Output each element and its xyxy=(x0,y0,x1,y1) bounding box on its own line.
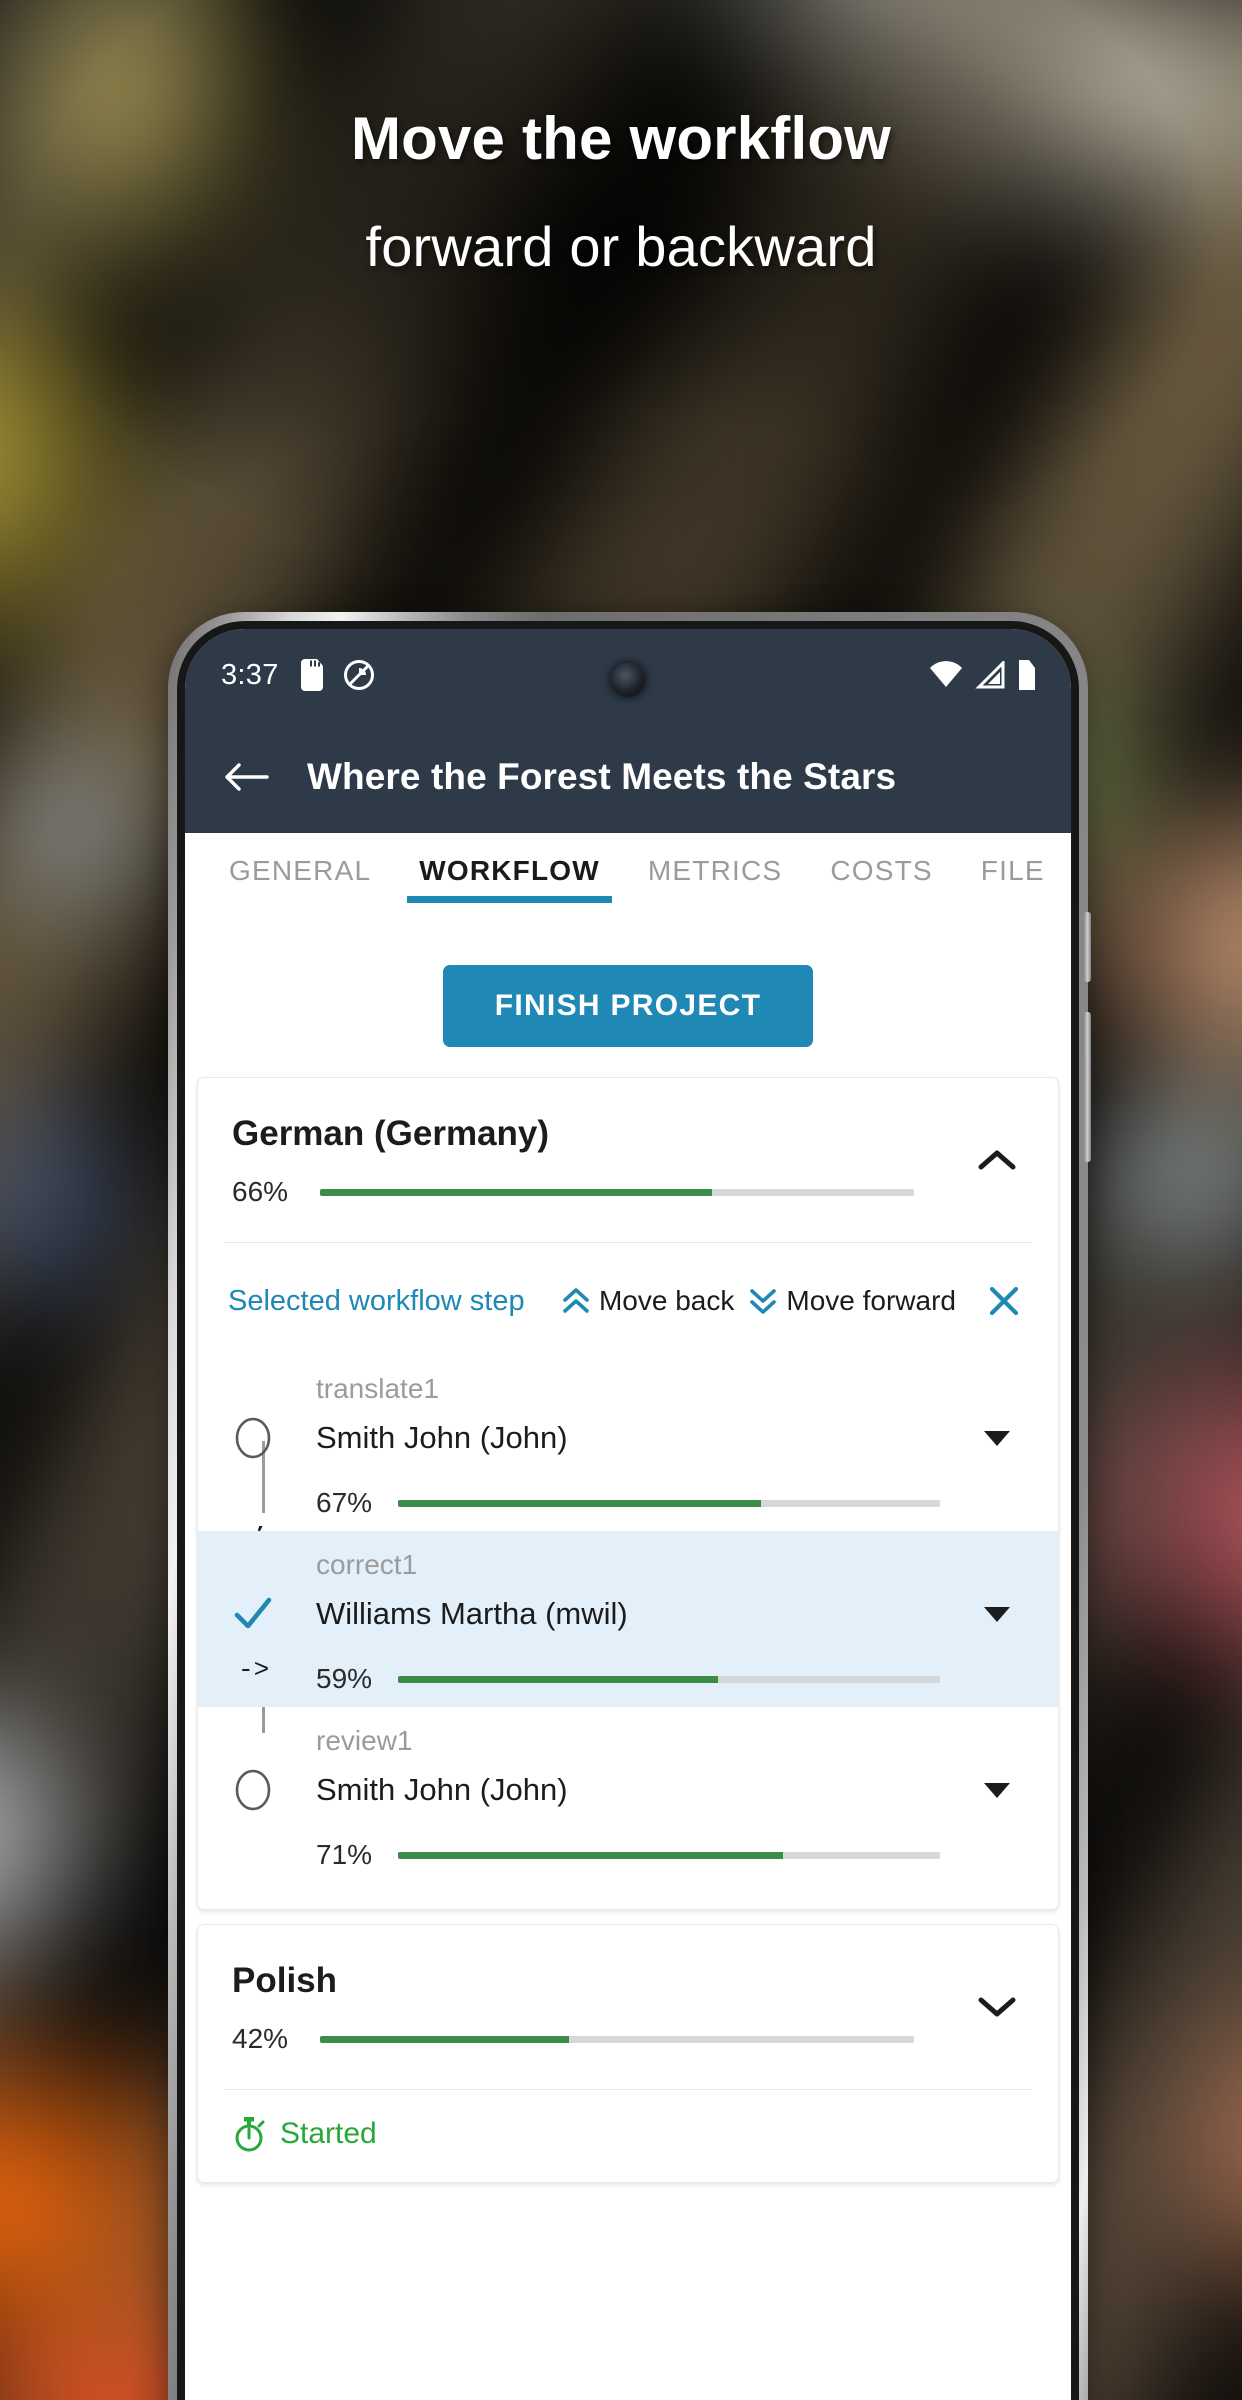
front-camera-punchhole xyxy=(611,663,645,697)
step-state xyxy=(232,1767,292,1813)
stopwatch-icon xyxy=(235,2117,265,2152)
step-assignee: Smith John (John) xyxy=(316,1772,568,1807)
circle-outline-icon xyxy=(235,1769,271,1811)
tab-workflow[interactable]: WORKFLOW xyxy=(395,833,624,903)
arrow-left-icon xyxy=(225,763,269,791)
step-percent-label: 67% xyxy=(316,1487,373,1518)
page-title: Where the Forest Meets the Stars xyxy=(307,756,897,797)
promo-screenshot: Move the workflow forward or backward 3:… xyxy=(0,0,1242,2400)
language-percent-label: 66% xyxy=(232,1176,289,1207)
workflow-step-selected[interactable]: correct1 Williams Martha (mwil) 59% -> xyxy=(198,1531,1058,1707)
promo-text-block: Move the workflow forward or backward xyxy=(0,106,1242,278)
language-name: German (Germany) xyxy=(232,1114,550,1153)
tab-general[interactable]: GENERAL xyxy=(205,833,395,887)
language-card-german: German (Germany) 66% Selected workflow s… xyxy=(197,1077,1059,1910)
step-dropdown-button[interactable] xyxy=(970,1587,1024,1641)
circle-outline-icon xyxy=(235,1417,271,1459)
promo-headline: Move the workflow xyxy=(350,105,892,172)
language-card-polish: Polish 42% Started xyxy=(197,1924,1059,2183)
selected-step-label: Selected workflow step xyxy=(228,1284,525,1317)
double-chevron-up-icon xyxy=(563,1288,589,1313)
step-assignee: Williams Martha (mwil) xyxy=(316,1596,628,1631)
language-header-polish[interactable]: Polish 42% xyxy=(198,1925,1058,2089)
step-dropdown-button[interactable] xyxy=(970,1411,1024,1465)
step-dropdown-button[interactable] xyxy=(970,1763,1024,1817)
workflow-step[interactable]: review1 Smith John (John) 71% xyxy=(198,1707,1058,1883)
finish-project-button[interactable]: FINISH PROJECT xyxy=(442,965,814,1047)
finish-project-row: FINISH PROJECT xyxy=(185,929,1071,1077)
selected-step-toolbar: Selected workflow step Move back Move fo… xyxy=(198,1243,1058,1355)
language-status-row: Started xyxy=(198,2090,1058,2182)
phone-screen: 3:37 Where the Forest Meets the Stars GE… xyxy=(185,629,1071,2400)
wifi-icon xyxy=(930,661,962,687)
step-percent-label: 59% xyxy=(316,1663,373,1694)
clear-selection-button[interactable] xyxy=(980,1277,1028,1325)
phone-mockup: 3:37 Where the Forest Meets the Stars GE… xyxy=(168,612,1091,2400)
step-state xyxy=(232,1415,292,1461)
caret-down-icon xyxy=(984,1431,1010,1446)
power-button[interactable] xyxy=(1084,912,1091,982)
status-bar-clock: 3:37 xyxy=(221,658,279,691)
step-percent-label: 71% xyxy=(316,1839,373,1870)
content-empty-space xyxy=(185,2197,1071,2400)
language-progress-row: 42% xyxy=(232,2023,1024,2055)
tab-files[interactable]: FILE xyxy=(957,833,1069,887)
workflow-panel: FINISH PROJECT German (Germany) 66% Sele… xyxy=(185,929,1071,2400)
app-bar: Where the Forest Meets the Stars xyxy=(185,721,1071,833)
volume-button[interactable] xyxy=(1084,1012,1091,1162)
language-header-german[interactable]: German (Germany) 66% xyxy=(198,1078,1058,1242)
language-progress-bar xyxy=(320,2035,914,2043)
move-forward-button[interactable]: Move forward xyxy=(748,1285,956,1317)
promo-subheadline: forward or backward xyxy=(365,215,877,278)
language-progress-row: 66% xyxy=(232,1176,1024,1208)
chevron-up-icon xyxy=(978,1150,1016,1170)
status-bar: 3:37 xyxy=(185,629,1071,721)
battery-icon xyxy=(1019,660,1035,690)
step-progress-bar xyxy=(398,1675,940,1683)
chevron-down-icon xyxy=(978,1997,1016,2017)
language-percent-label: 42% xyxy=(232,2023,289,2054)
step-progress-bar xyxy=(398,1499,940,1507)
double-chevron-down-icon xyxy=(750,1289,777,1314)
move-back-button[interactable]: Move back xyxy=(561,1285,734,1317)
move-back-label: Move back xyxy=(598,1285,735,1316)
workflow-step-list: ’ translate1 Smith John (John) xyxy=(198,1355,1058,1909)
language-progress-bar xyxy=(320,1188,914,1196)
back-button[interactable] xyxy=(215,746,277,808)
tab-costs[interactable]: COSTS xyxy=(806,833,956,887)
step-type-label: correct1 xyxy=(316,1549,418,1580)
step-type-label: translate1 xyxy=(316,1373,439,1404)
close-icon xyxy=(989,1286,1019,1316)
cellular-signal-icon xyxy=(975,661,1005,689)
language-status-label: Started xyxy=(280,2117,377,2150)
current-step-marker: -> xyxy=(238,1655,270,1685)
move-forward-label: Move forward xyxy=(786,1285,956,1316)
step-progress-bar xyxy=(398,1851,940,1859)
check-icon xyxy=(234,1597,272,1629)
language-name: Polish xyxy=(232,1961,338,2000)
tab-metrics[interactable]: METRICS xyxy=(624,833,806,887)
step-type-label: review1 xyxy=(316,1725,413,1756)
do-not-disturb-icon xyxy=(343,660,374,690)
expand-language-button[interactable] xyxy=(970,1980,1024,2034)
status-bar-left-icons xyxy=(300,659,375,691)
step-assignee: Smith John (John) xyxy=(316,1420,568,1455)
collapse-language-button[interactable] xyxy=(970,1133,1024,1187)
caret-down-icon xyxy=(984,1783,1010,1798)
sd-card-icon xyxy=(300,659,323,691)
caret-down-icon xyxy=(984,1607,1010,1622)
tab-bar: GENERAL WORKFLOW METRICS COSTS FILE xyxy=(185,833,1071,929)
status-bar-right-icons xyxy=(929,660,1037,690)
step-state xyxy=(232,1593,292,1635)
workflow-step[interactable]: translate1 Smith John (John) 67% xyxy=(198,1355,1058,1531)
